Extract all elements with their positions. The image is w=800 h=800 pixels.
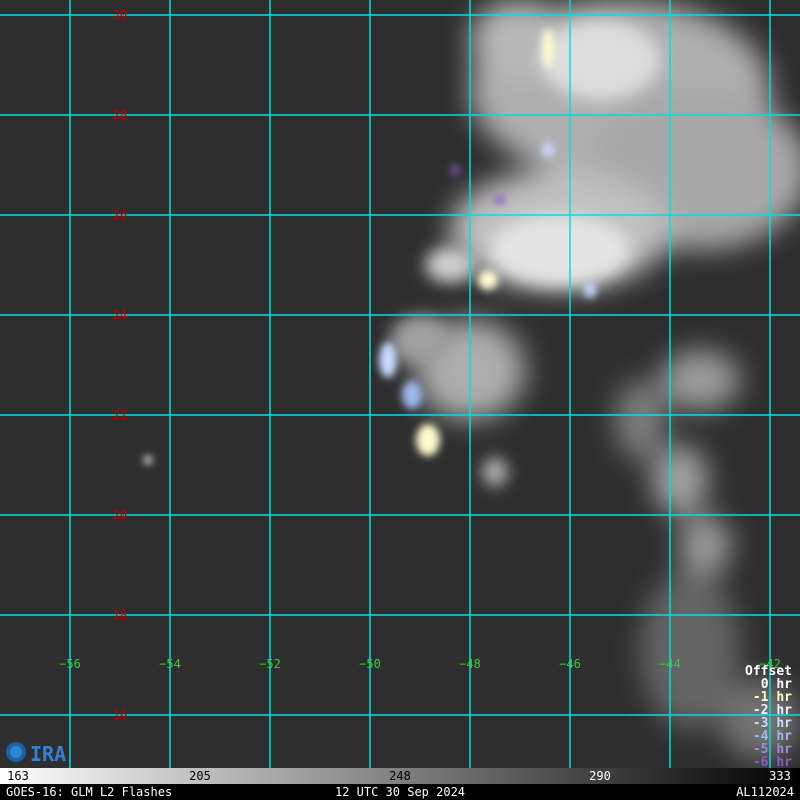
satellite-map: 3028262422201816 −56 −54 −52 −50 −48 −46 −44 −4…: [0, 0, 800, 800]
footer-left: GOES-16: GLM L2 Flashes: [6, 785, 172, 799]
latitude-label: 26: [113, 208, 127, 222]
longitude-label: −50: [359, 657, 381, 671]
colorbar-tick: 163: [7, 769, 29, 783]
longitude-label: −48: [459, 657, 481, 671]
longitude-label: −52: [259, 657, 281, 671]
longitude-label: −56: [59, 657, 81, 671]
latitude-label: 22: [113, 408, 127, 422]
colorbar-tick: 205: [189, 769, 211, 783]
latitude-label: 28: [113, 108, 127, 122]
latitude-label: 20: [113, 508, 127, 522]
longitude-label: −44: [659, 657, 681, 671]
footer: GOES-16: GLM L2 Flashes 12 UTC 30 Sep 20…: [0, 784, 800, 800]
legend-item: -6 hr: [753, 755, 792, 770]
latitude-label: 24: [113, 308, 127, 322]
longitude-label: −46: [559, 657, 581, 671]
svg-text:IRA: IRA: [30, 742, 66, 766]
latitude-label: 30: [113, 8, 127, 22]
colorbar-tick: 248: [389, 769, 411, 783]
latitude-label: 16: [113, 708, 127, 722]
latitude-label: 18: [113, 608, 127, 622]
colorbar-tick: 333: [769, 769, 791, 783]
longitude-label: −54: [159, 657, 181, 671]
colorbar: 163 205 248 290 333: [0, 768, 800, 784]
footer-center: 12 UTC 30 Sep 2024: [335, 785, 465, 799]
colorbar-tick: 290: [589, 769, 611, 783]
footer-right: AL112024: [736, 785, 794, 799]
